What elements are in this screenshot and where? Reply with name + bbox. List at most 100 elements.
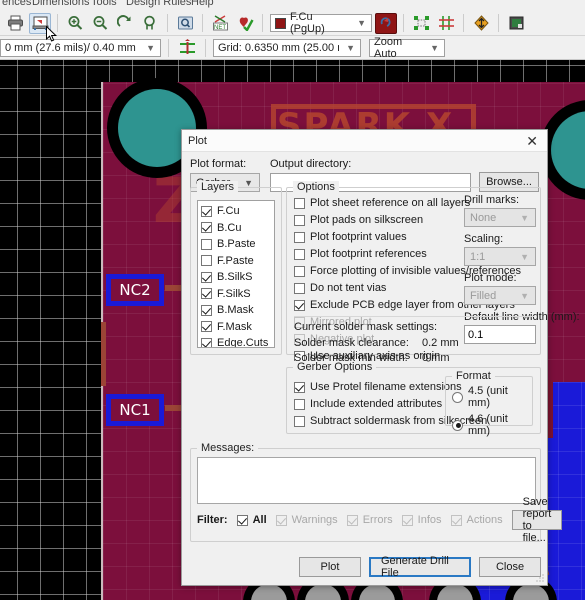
find-icon[interactable] — [174, 13, 196, 34]
mode-module-icon[interactable] — [470, 13, 492, 34]
option-checkbox-2[interactable]: Plot footprint values — [294, 230, 459, 244]
checkbox-box[interactable] — [294, 248, 305, 260]
drill-marks-select[interactable]: None ▼ — [464, 208, 536, 227]
aux-toolbar[interactable]: 0 mm (27.6 mils)/ 0.40 mm (15.7 mils) * … — [0, 36, 585, 60]
drc-icon[interactable] — [234, 13, 256, 34]
checkbox-box[interactable] — [294, 197, 305, 209]
zoom-fit-icon[interactable] — [139, 13, 161, 34]
track-width-selector[interactable]: 0 mm (27.6 mils)/ 0.40 mm (15.7 mils) * … — [0, 38, 161, 57]
option-checkbox-3[interactable]: Plot footprint references — [294, 247, 459, 261]
highlight-net-icon[interactable] — [375, 12, 397, 34]
checkbox-box[interactable] — [294, 282, 305, 294]
chevron-down-icon[interactable]: ▼ — [354, 18, 369, 28]
show-ratsnest-icon[interactable] — [410, 13, 432, 34]
checkbox-box[interactable] — [294, 231, 305, 243]
message-filter-all[interactable]: All — [236, 513, 267, 527]
checkbox-box[interactable] — [201, 288, 212, 299]
checkbox-box[interactable] — [294, 415, 305, 427]
checkbox-box[interactable] — [201, 321, 212, 332]
layer-checkbox-b-silks[interactable]: B.SilkS — [201, 270, 274, 284]
show-grid-icon[interactable] — [435, 13, 457, 34]
via-size-icon[interactable] — [176, 37, 198, 58]
checkbox-box[interactable] — [294, 398, 305, 410]
save-report-button[interactable]: Save report to file... — [511, 496, 563, 544]
resize-grip-icon[interactable] — [535, 573, 545, 583]
gerber-option-checkbox-0[interactable]: Use Protel filename extensions — [294, 380, 462, 394]
layer-checkbox-f-mask[interactable]: F.Mask — [201, 320, 274, 334]
layer-checkbox-edge-cuts[interactable]: Edge.Cuts — [201, 336, 274, 348]
option-checkbox-5[interactable]: Do not tent vias — [294, 281, 459, 295]
messages-group-title: Messages: — [197, 442, 259, 454]
option-checkbox-4[interactable]: Force plotting of invisible values/refer… — [294, 264, 521, 278]
chevron-down-icon[interactable]: ▼ — [427, 43, 442, 53]
checkbox-box[interactable] — [201, 304, 212, 316]
format-radio-1[interactable]: 4.6 (unit mm) — [452, 413, 532, 437]
menubar[interactable]: ences Dimensions Tools Design Rules Help — [0, 0, 585, 11]
plot-dialog[interactable]: Plot ✕ Plot format: Gerber ▼ Output dire… — [181, 129, 580, 586]
radio-button[interactable] — [452, 391, 463, 403]
layer-checkbox-f-silks[interactable]: F.SilkS — [201, 287, 274, 301]
option-checkbox-6[interactable]: Exclude PCB edge layer from other layers — [294, 298, 515, 312]
checkbox-box[interactable] — [294, 299, 305, 311]
pad-ring — [359, 584, 395, 600]
layer-checkbox-b-paste[interactable]: B.Paste — [201, 237, 274, 251]
grid-selector[interactable]: Grid: 0.6350 mm (25.00 mils) ▼ — [213, 38, 361, 57]
option-checkbox-1[interactable]: Plot pads on silkscreen — [294, 213, 459, 227]
print-icon[interactable] — [4, 13, 26, 34]
checkbox-box[interactable] — [294, 381, 305, 393]
generate-drill-file-button[interactable]: Generate Drill File — [369, 555, 471, 579]
dialog-title: Plot — [188, 134, 207, 147]
radio-button[interactable] — [452, 419, 463, 431]
checkbox-box[interactable] — [201, 255, 212, 266]
zoom-in-icon[interactable] — [64, 13, 86, 34]
plot-mode-select[interactable]: Filled ▼ — [464, 286, 536, 305]
layers-list[interactable]: F.Cu B.Cu B.Paste F.Paste B.SilkS F.SilkS B.Ma… — [197, 200, 275, 348]
layer-checkbox-b-mask[interactable]: B.Mask — [201, 303, 274, 317]
chevron-down-icon[interactable]: ▼ — [240, 178, 257, 188]
netlist-icon[interactable]: NET — [209, 13, 231, 34]
checkbox-box[interactable] — [236, 514, 248, 526]
checkbox-box[interactable] — [201, 205, 212, 217]
gerber-options-list[interactable]: Use Protel filename extensions Include ex… — [294, 380, 487, 431]
format-radio-0[interactable]: 4.5 (unit mm) — [452, 385, 532, 409]
checkbox-box[interactable] — [294, 265, 305, 277]
filter-checkbox-list[interactable]: All Warnings Errors Infos Actions — [236, 513, 503, 527]
plot-icon[interactable] — [29, 12, 51, 34]
plot-button[interactable]: Plot — [299, 557, 361, 577]
zoom-selector[interactable]: Zoom Auto ▼ — [369, 36, 445, 60]
close-icon[interactable]: ✕ — [523, 134, 541, 148]
menu-help[interactable]: Help — [191, 0, 214, 8]
layer-checkbox-f-cu[interactable]: F.Cu — [201, 204, 274, 218]
chevron-down-icon[interactable]: ▼ — [516, 252, 533, 262]
checkbox-box[interactable] — [201, 238, 212, 250]
chevron-down-icon[interactable]: ▼ — [516, 213, 533, 223]
gerber-option-checkbox-1[interactable]: Include extended attributes — [294, 397, 444, 411]
checkbox-box[interactable] — [294, 214, 305, 226]
gerber-option-checkbox-2[interactable]: Subtract soldermask from silkscreen — [294, 414, 487, 428]
checkbox-label: Plot pads on silkscreen — [310, 214, 424, 226]
redo-icon[interactable] — [114, 13, 136, 34]
checkbox-label: Edge.Cuts — [217, 337, 269, 348]
zoom-out-icon[interactable] — [89, 13, 111, 34]
checkbox-box[interactable] — [201, 222, 212, 233]
option-checkbox-0[interactable]: Plot sheet reference on all layers — [294, 196, 470, 210]
microwave-icon[interactable] — [505, 13, 527, 34]
layer-checkbox-b-cu[interactable]: B.Cu — [201, 221, 274, 235]
layer-selector[interactable]: F.Cu (PgUp) ▼ — [270, 11, 372, 35]
scaling-select[interactable]: 1:1 ▼ — [464, 247, 536, 266]
menu-dimensions[interactable]: Dimensions — [32, 0, 89, 8]
chevron-down-icon[interactable]: ▼ — [343, 43, 358, 53]
chevron-down-icon[interactable]: ▼ — [143, 43, 158, 53]
menu-tools[interactable]: Tools — [91, 0, 117, 8]
main-toolbar[interactable]: NET F.Cu (PgUp) ▼ — [0, 11, 585, 36]
checkbox-box[interactable] — [201, 337, 212, 347]
format-radio-list[interactable]: 4.5 (unit mm) 4.6 (unit mm) — [452, 385, 532, 441]
layer-checkbox-f-paste[interactable]: F.Paste — [201, 254, 274, 268]
menu-preferences[interactable]: ences — [2, 0, 31, 8]
menu-design-rules[interactable]: Design Rules — [126, 0, 191, 8]
dialog-titlebar[interactable]: Plot ✕ — [182, 130, 547, 152]
checkbox-box[interactable] — [201, 271, 212, 283]
chevron-down-icon[interactable]: ▼ — [516, 291, 533, 301]
messages-textarea[interactable] — [197, 457, 536, 504]
close-button[interactable]: Close — [479, 557, 541, 577]
